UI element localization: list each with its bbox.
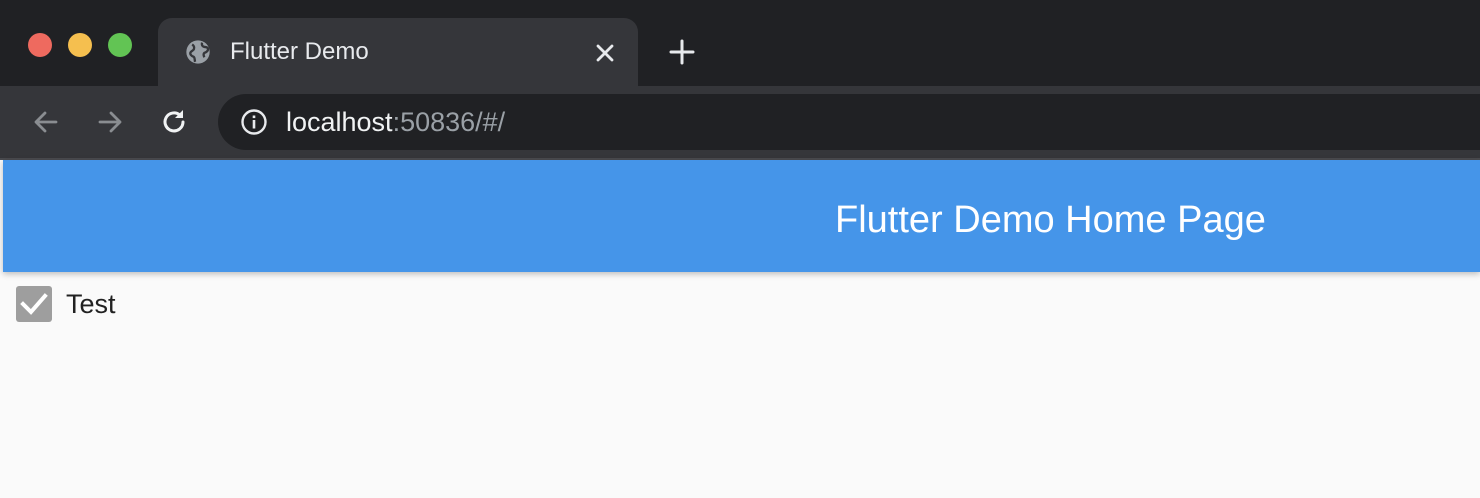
globe-icon: [184, 38, 212, 66]
browser-window: Flutter Demo localhost:50836/#/ Flutter …: [0, 0, 1480, 498]
browser-tab[interactable]: Flutter Demo: [158, 18, 638, 86]
tab-title: Flutter Demo: [230, 38, 369, 65]
new-tab-icon[interactable]: [666, 36, 698, 68]
address-bar[interactable]: localhost:50836/#/: [218, 94, 1480, 150]
browser-toolbar: localhost:50836/#/: [0, 86, 1480, 160]
close-window-button[interactable]: [28, 33, 52, 57]
url-host: localhost: [286, 107, 393, 137]
zoom-window-button[interactable]: [108, 33, 132, 57]
reload-icon[interactable]: [158, 106, 190, 138]
page-content: Flutter Demo Home Page Test: [3, 160, 1480, 498]
app-bar: Flutter Demo Home Page: [3, 160, 1480, 272]
back-arrow-icon[interactable]: [30, 106, 62, 138]
minimize-window-button[interactable]: [68, 33, 92, 57]
info-icon[interactable]: [240, 108, 268, 136]
close-tab-icon[interactable]: [592, 40, 618, 66]
checkbox-label: Test: [66, 289, 116, 319]
checkmark-icon: [20, 293, 48, 315]
url-text[interactable]: localhost:50836/#/: [286, 107, 505, 137]
checkbox[interactable]: [16, 286, 52, 322]
page-title: Flutter Demo Home Page: [835, 199, 1266, 241]
forward-arrow-icon[interactable]: [94, 106, 126, 138]
url-path: :50836/#/: [392, 107, 506, 137]
tab-strip: Flutter Demo: [0, 0, 1480, 86]
